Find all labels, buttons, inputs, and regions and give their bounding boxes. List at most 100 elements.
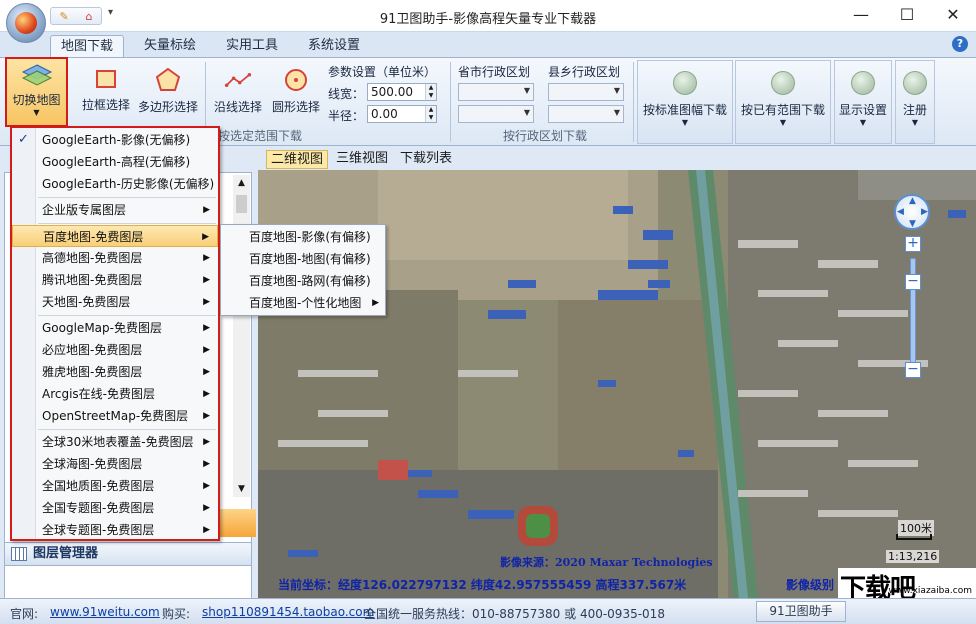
tab-download-list[interactable]: 下载列表 <box>396 150 456 169</box>
menu-item-tencent[interactable]: 腾讯地图-免费图层 ▶ <box>12 269 218 291</box>
register-button[interactable]: 注册 ▼ <box>895 60 935 144</box>
zoom-in-button[interactable]: + <box>905 236 921 252</box>
submenu-arrow-icon: ▶ <box>203 367 210 377</box>
scroll-thumb[interactable] <box>236 195 247 213</box>
polygon-select-button[interactable]: 多边形选择 <box>136 62 200 124</box>
submenu-arrow-icon: ▶ <box>203 411 210 421</box>
app-menu-button[interactable] <box>6 3 46 43</box>
existing-range-download-button[interactable]: 按已有范围下载 ▼ <box>735 60 831 144</box>
menu-separator <box>38 197 216 198</box>
submenu-arrow-icon: ▶ <box>203 437 210 447</box>
spin-arrows-icon[interactable]: ▲ ▼ <box>425 84 436 100</box>
submenu-arrow-icon: ▶ <box>203 297 210 307</box>
cursor-coordinates: 当前坐标：经度126.022797132 纬度42.957555459 高程33… <box>278 578 687 592</box>
radius-input[interactable]: 0.00 ▲ ▼ <box>367 105 437 123</box>
line-width-input[interactable]: 500.00 ▲ ▼ <box>367 83 437 101</box>
image-level: 影像级别 <box>786 578 835 592</box>
circle-select-button[interactable]: 圆形选择 <box>268 62 324 124</box>
spin-arrows-icon[interactable]: ▲ ▼ <box>425 106 436 122</box>
menu-item-ge-elevation[interactable]: GoogleEarth-高程(无偏移) <box>12 151 218 173</box>
tab-2d-view[interactable]: 二维视图 <box>266 150 329 169</box>
menu-item-sea-chart[interactable]: 全球海图-免费图层 ▶ <box>12 453 218 475</box>
register-icon <box>903 71 927 95</box>
grid-icon <box>11 547 27 561</box>
std-sheet-download-button[interactable]: 按标准图幅下载 ▼ <box>637 60 733 144</box>
submenu-arrow-icon: ▶ <box>203 525 210 535</box>
scroll-down-icon[interactable]: ▼ <box>233 481 250 497</box>
tab-tools[interactable]: 实用工具 <box>216 35 288 57</box>
tab-map-download[interactable]: 地图下载 <box>50 35 125 57</box>
site-link[interactable]: www.91weitu.com <box>50 605 160 619</box>
submenu-arrow-icon: ▶ <box>203 275 210 285</box>
ribbon-tabs: 地图下载 矢量标绘 实用工具 系统设置 <box>0 32 976 57</box>
map-pan-control[interactable]: ▲ ▼ ◀ ▶ <box>894 194 930 230</box>
menu-item-googlemap[interactable]: GoogleMap-免费图层 ▶ <box>12 317 218 339</box>
submenu-arrow-icon: ▶ <box>203 481 210 491</box>
menu-item-gaode[interactable]: 高德地图-免费图层 ▶ <box>12 247 218 269</box>
status-app-label[interactable]: 91卫图助手 <box>756 601 846 622</box>
menu-item-baidu[interactable]: 百度地图-免费图层 ▶ <box>12 225 218 247</box>
switch-map-menu: ✓ GoogleEarth-影像(无偏移) GoogleEarth-高程(无偏移)… <box>10 126 220 541</box>
buy-link[interactable]: shop110891454.taobao.com <box>202 605 374 619</box>
status-bar: 官网: www.91weitu.com 购买: shop110891454.ta… <box>0 598 976 624</box>
province-combo[interactable]: ▼ <box>458 83 534 101</box>
zoom-slider-handle[interactable]: − <box>905 274 921 290</box>
submenu-arrow-icon: ▶ <box>202 232 209 242</box>
menu-item-national-thematic[interactable]: 全国专题图-免费图层 ▶ <box>12 497 218 519</box>
selected-layer-bar[interactable] <box>220 509 256 537</box>
menu-item-enterprise[interactable]: 企业版专属图层 ▶ <box>12 199 218 221</box>
menu-separator <box>38 223 216 224</box>
display-settings-button[interactable]: 显示设置 ▼ <box>834 60 892 144</box>
submenu-item-baidu-custom[interactable]: 百度地图-个性化地图 ▶ <box>221 292 385 314</box>
scroll-up-icon[interactable]: ▲ <box>233 175 250 191</box>
menu-item-geology[interactable]: 全国地质图-免费图层 ▶ <box>12 475 218 497</box>
maximize-button[interactable]: ☐ <box>884 0 930 32</box>
menu-item-osm[interactable]: OpenStreetMap-免费图层 ▶ <box>12 405 218 427</box>
line-width-label: 线宽： <box>328 87 365 101</box>
polygon-select-icon <box>155 67 181 91</box>
scale-bar <box>896 534 932 540</box>
close-button[interactable]: ✕ <box>930 0 976 32</box>
submenu-arrow-icon: ▶ <box>372 298 379 308</box>
params-title: 参数设置（单位米） <box>328 65 437 79</box>
submenu-arrow-icon: ▶ <box>203 503 210 513</box>
submenu-item-baidu-road[interactable]: 百度地图-路网(有偏移) <box>221 270 385 292</box>
globe-icon <box>15 12 37 34</box>
menu-item-landcover[interactable]: 全球30米地表覆盖-免费图层 ▶ <box>12 431 218 453</box>
radius-label: 半径： <box>328 109 365 123</box>
zoom-out-button[interactable]: − <box>905 362 921 378</box>
menu-item-ge-history[interactable]: GoogleEarth-历史影像(无偏移) <box>12 173 218 195</box>
submenu-arrow-icon: ▶ <box>203 345 210 355</box>
menu-item-global-thematic[interactable]: 全球专题图-免费图层 ▶ <box>12 519 218 541</box>
switch-map-button[interactable]: 切换地图 ▼ <box>5 57 68 127</box>
tab-system-settings[interactable]: 系统设置 <box>298 35 370 57</box>
menu-item-ge-image[interactable]: ✓ GoogleEarth-影像(无偏移) <box>12 129 218 151</box>
chevron-down-icon: ▼ <box>523 86 530 95</box>
menu-separator <box>38 429 216 430</box>
window-title: 91卫图助手-影像高程矢量专业下载器 <box>379 12 597 27</box>
menu-item-arcgis[interactable]: Arcgis在线-免费图层 ▶ <box>12 383 218 405</box>
tab-vector-draw[interactable]: 矢量标绘 <box>134 35 206 57</box>
minimize-button[interactable]: — <box>838 0 884 32</box>
layer-manager-header[interactable]: 图层管理器 <box>4 542 252 566</box>
submenu-item-baidu-image[interactable]: 百度地图-影像(有偏移) <box>221 226 385 248</box>
submenu-item-baidu-map[interactable]: 百度地图-地图(有偏移) <box>221 248 385 270</box>
switch-map-label: 切换地图 <box>12 93 61 107</box>
scale-ratio: 1:13,216 <box>886 550 940 563</box>
tab-3d-view[interactable]: 三维视图 <box>332 150 392 169</box>
line-select-button[interactable]: 沿线选择 <box>210 62 266 124</box>
group-label-admin: 按行政区划下载 <box>502 129 587 143</box>
watermark-logo: 下载吧 www.xiazaiba.com <box>838 568 976 598</box>
county-combo[interactable]: ▼ <box>548 83 624 101</box>
submenu-arrow-icon: ▶ <box>203 205 210 215</box>
rect-select-button[interactable]: 拉框选择 <box>80 62 132 124</box>
menu-item-bing[interactable]: 必应地图-免费图层 ▶ <box>12 339 218 361</box>
town-combo[interactable]: ▼ <box>548 105 624 123</box>
menu-item-yahoo[interactable]: 雅虎地图-免费图层 ▶ <box>12 361 218 383</box>
download-icon <box>771 71 795 95</box>
submenu-arrow-icon: ▶ <box>203 459 210 469</box>
menu-item-tianditu[interactable]: 天地图-免费图层 ▶ <box>12 291 218 313</box>
settings-icon <box>851 71 875 95</box>
help-icon[interactable]: ? <box>952 36 968 52</box>
city-combo[interactable]: ▼ <box>458 105 534 123</box>
